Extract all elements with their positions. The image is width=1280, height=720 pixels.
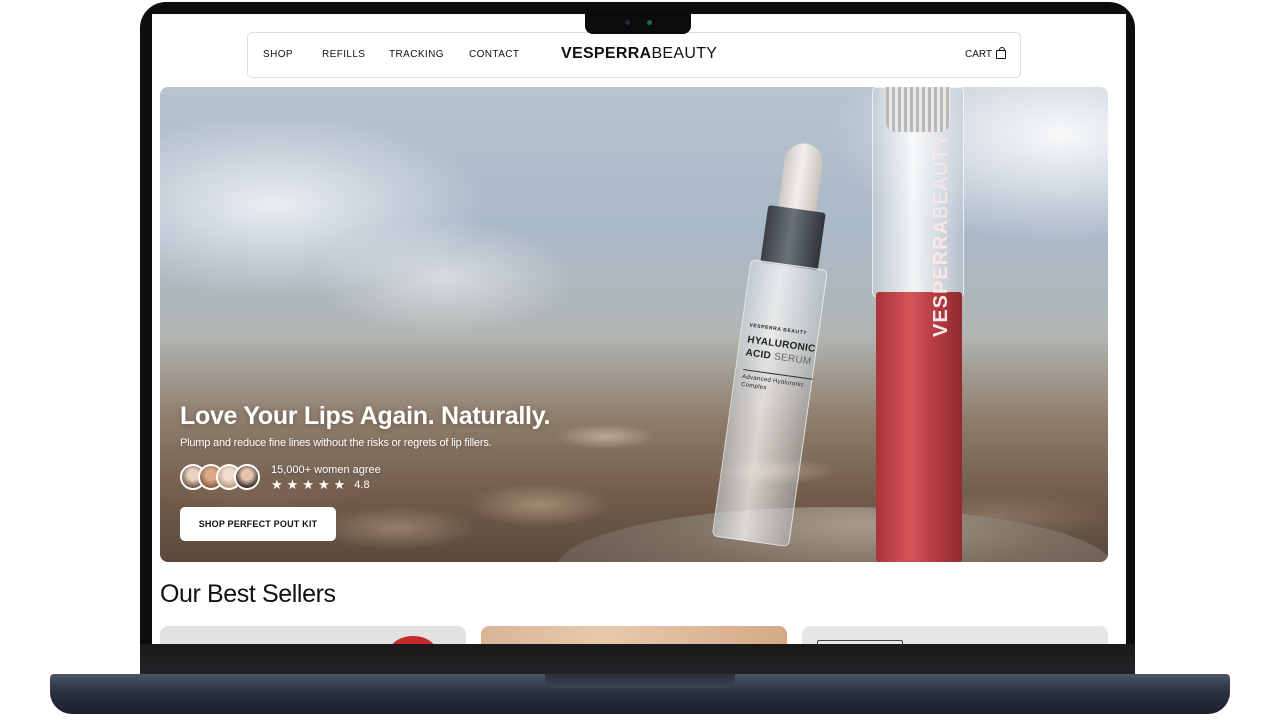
- product-badge: [390, 636, 436, 644]
- shop-perfect-pout-kit-button[interactable]: SHOP PERFECT POUT KIT: [180, 507, 336, 541]
- header-navbar: SHOP REFILLS TRACKING CONTACT VESPERRABE…: [247, 32, 1021, 78]
- product-card[interactable]: [160, 626, 466, 644]
- camera-indicator-light: [647, 20, 652, 25]
- tube-brand-bold: VESPERRA: [930, 218, 952, 337]
- laptop-chin: [140, 644, 1135, 674]
- tube-brand-text: VESPERRABEAUTY: [930, 133, 953, 337]
- star-icon: ★: [302, 477, 314, 492]
- laptop-base-notch: [545, 674, 735, 688]
- rating-value: 4.8: [354, 478, 370, 491]
- star-icon: ★: [271, 477, 283, 492]
- social-proof-text: 15,000+ women agree: [271, 464, 381, 476]
- avatar: [234, 464, 260, 490]
- cart-label: CART: [965, 49, 993, 60]
- nav-link-tracking[interactable]: TRACKING: [389, 49, 444, 60]
- lip-roller-tube-image: VESPERRABEAUTY: [872, 87, 972, 562]
- star-icon: ★: [333, 477, 346, 492]
- shopping-bag-icon: [996, 47, 1007, 59]
- dropper-cap: [760, 204, 826, 271]
- browser-screen: SHOP REFILLS TRACKING CONTACT VESPERRABE…: [152, 14, 1126, 644]
- camera-lens: [625, 20, 630, 25]
- camera-notch: [585, 12, 691, 34]
- micro-roller: [886, 87, 950, 132]
- bottle-label-line2-bold: ACID: [744, 347, 772, 362]
- star-icon: ★: [286, 477, 299, 492]
- product-card[interactable]: [802, 626, 1108, 644]
- nav-link-contact[interactable]: CONTACT: [469, 49, 519, 60]
- bottle-label: VESPERRA BEAUTY HYALURONIC ACID SERUM Ad…: [740, 323, 819, 399]
- rating-row: ★ ★ ★ ★ ★ 4.8: [271, 478, 370, 491]
- bottle-glass: [711, 259, 828, 548]
- product-card[interactable]: [481, 626, 787, 644]
- customer-avatars: [180, 464, 262, 492]
- dropper-bulb: [777, 140, 826, 216]
- brand-name-light: BEAUTY: [651, 45, 718, 62]
- nav-link-shop[interactable]: SHOP: [263, 49, 293, 60]
- star-icon: ★: [317, 477, 330, 492]
- nav-link-refills[interactable]: REFILLS: [322, 49, 365, 60]
- hero-title: Love Your Lips Again. Naturally.: [180, 402, 551, 430]
- cart-button[interactable]: CART: [965, 47, 1007, 60]
- hero-subtitle: Plump and reduce fine lines without the …: [180, 437, 492, 449]
- tube-brand-light: BEAUTY: [930, 132, 952, 219]
- brand-name-bold: VESPERRA: [561, 45, 652, 62]
- brand-logo[interactable]: VESPERRABEAUTY: [561, 45, 717, 63]
- hero-banner: VESPERRA BEAUTY HYALURONIC ACID SERUM Ad…: [160, 87, 1108, 562]
- best-sellers-title: Our Best Sellers: [160, 580, 336, 608]
